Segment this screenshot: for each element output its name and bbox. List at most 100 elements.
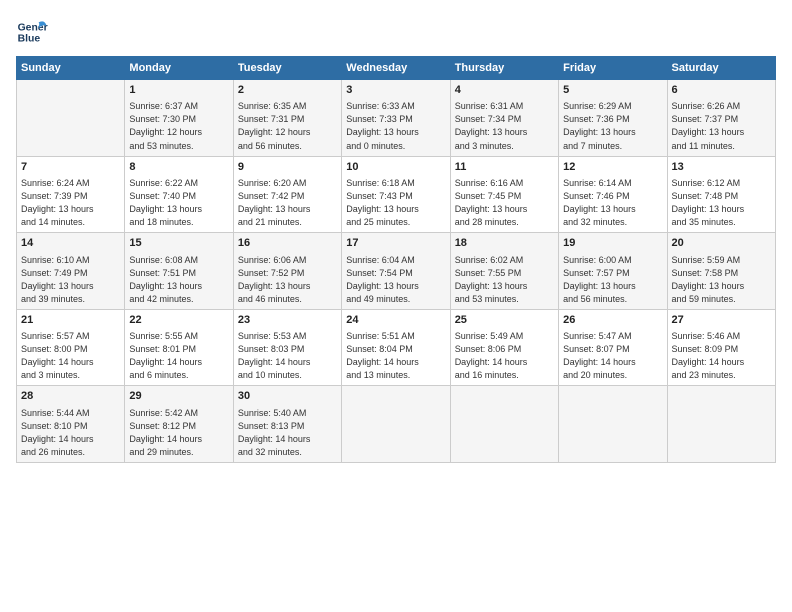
week-row-4: 21Sunrise: 5:57 AM Sunset: 8:00 PM Dayli… [17, 309, 776, 386]
cell-content: Sunrise: 6:33 AM Sunset: 7:33 PM Dayligh… [346, 100, 445, 152]
day-number: 7 [21, 160, 120, 175]
cell-content: Sunrise: 5:59 AM Sunset: 7:58 PM Dayligh… [672, 254, 771, 306]
col-header-monday: Monday [125, 57, 233, 80]
calendar-cell: 7 Sunrise: 6:24 AM Sunset: 7:39 PM Daylig… [17, 156, 125, 233]
day-number: 12 [563, 160, 662, 175]
calendar-cell: 16 Sunrise: 6:06 AM Sunset: 7:52 PM Dayli… [233, 233, 341, 310]
calendar-cell [450, 386, 558, 463]
calendar-cell: 1Sunrise: 6:37 AM Sunset: 7:30 PM Daylig… [125, 80, 233, 157]
cell-content: Sunrise: 6:06 AM Sunset: 7:52 PM Dayligh… [238, 254, 337, 306]
calendar-cell: 3 Sunrise: 6:33 AM Sunset: 7:33 PM Daylig… [342, 80, 450, 157]
day-number: 9 [238, 160, 337, 175]
calendar-cell: 22Sunrise: 5:55 AM Sunset: 8:01 PM Dayli… [125, 309, 233, 386]
day-number: 5 [563, 83, 662, 98]
cell-content: Sunrise: 5:57 AM Sunset: 8:00 PM Dayligh… [21, 330, 120, 382]
calendar-cell: 23 Sunrise: 5:53 AM Sunset: 8:03 PM Dayli… [233, 309, 341, 386]
col-header-thursday: Thursday [450, 57, 558, 80]
cell-content: Sunrise: 6:00 AM Sunset: 7:57 PM Dayligh… [563, 254, 662, 306]
calendar-table: SundayMondayTuesdayWednesdayThursdayFrid… [16, 56, 776, 463]
calendar-cell: 28Sunrise: 5:44 AM Sunset: 8:10 PM Dayli… [17, 386, 125, 463]
cell-content: Sunrise: 6:04 AM Sunset: 7:54 PM Dayligh… [346, 254, 445, 306]
cell-content: Sunrise: 5:55 AM Sunset: 8:01 PM Dayligh… [129, 330, 228, 382]
col-header-sunday: Sunday [17, 57, 125, 80]
cell-content: Sunrise: 6:10 AM Sunset: 7:49 PM Dayligh… [21, 254, 120, 306]
cell-content: Sunrise: 5:42 AM Sunset: 8:12 PM Dayligh… [129, 407, 228, 459]
calendar-cell: 18 Sunrise: 6:02 AM Sunset: 7:55 PM Dayli… [450, 233, 558, 310]
col-header-tuesday: Tuesday [233, 57, 341, 80]
day-number: 20 [672, 236, 771, 251]
day-number: 30 [238, 389, 337, 404]
cell-content: Sunrise: 6:35 AM Sunset: 7:31 PM Dayligh… [238, 100, 337, 152]
day-number: 16 [238, 236, 337, 251]
day-number: 28 [21, 389, 120, 404]
day-number: 23 [238, 313, 337, 328]
calendar-cell: 13Sunrise: 6:12 AM Sunset: 7:48 PM Dayli… [667, 156, 775, 233]
day-number: 29 [129, 389, 228, 404]
day-number: 11 [455, 160, 554, 175]
day-number: 6 [672, 83, 771, 98]
calendar-cell: 8 Sunrise: 6:22 AM Sunset: 7:40 PM Daylig… [125, 156, 233, 233]
logo-icon: General Blue [16, 16, 48, 48]
week-row-3: 14Sunrise: 6:10 AM Sunset: 7:49 PM Dayli… [17, 233, 776, 310]
cell-content: Sunrise: 6:02 AM Sunset: 7:55 PM Dayligh… [455, 254, 554, 306]
calendar-cell [342, 386, 450, 463]
cell-content: Sunrise: 6:24 AM Sunset: 7:39 PM Dayligh… [21, 177, 120, 229]
calendar-cell: 5Sunrise: 6:29 AM Sunset: 7:36 PM Daylig… [559, 80, 667, 157]
day-number: 10 [346, 160, 445, 175]
cell-content: Sunrise: 5:46 AM Sunset: 8:09 PM Dayligh… [672, 330, 771, 382]
week-row-1: 1Sunrise: 6:37 AM Sunset: 7:30 PM Daylig… [17, 80, 776, 157]
calendar-cell: 20 Sunrise: 5:59 AM Sunset: 7:58 PM Dayli… [667, 233, 775, 310]
day-number: 17 [346, 236, 445, 251]
day-number: 3 [346, 83, 445, 98]
calendar-cell: 10 Sunrise: 6:18 AM Sunset: 7:43 PM Dayli… [342, 156, 450, 233]
col-header-wednesday: Wednesday [342, 57, 450, 80]
header-row: SundayMondayTuesdayWednesdayThursdayFrid… [17, 57, 776, 80]
col-header-friday: Friday [559, 57, 667, 80]
day-number: 18 [455, 236, 554, 251]
cell-content: Sunrise: 6:14 AM Sunset: 7:46 PM Dayligh… [563, 177, 662, 229]
calendar-cell: 4 Sunrise: 6:31 AM Sunset: 7:34 PM Daylig… [450, 80, 558, 157]
logo: General Blue [16, 16, 48, 48]
cell-content: Sunrise: 5:53 AM Sunset: 8:03 PM Dayligh… [238, 330, 337, 382]
day-number: 15 [129, 236, 228, 251]
cell-content: Sunrise: 6:22 AM Sunset: 7:40 PM Dayligh… [129, 177, 228, 229]
day-number: 24 [346, 313, 445, 328]
calendar-cell: 14Sunrise: 6:10 AM Sunset: 7:49 PM Dayli… [17, 233, 125, 310]
cell-content: Sunrise: 6:16 AM Sunset: 7:45 PM Dayligh… [455, 177, 554, 229]
week-row-5: 28Sunrise: 5:44 AM Sunset: 8:10 PM Dayli… [17, 386, 776, 463]
cell-content: Sunrise: 6:31 AM Sunset: 7:34 PM Dayligh… [455, 100, 554, 152]
calendar-cell [667, 386, 775, 463]
day-number: 1 [129, 83, 228, 98]
day-number: 2 [238, 83, 337, 98]
week-row-2: 7 Sunrise: 6:24 AM Sunset: 7:39 PM Daylig… [17, 156, 776, 233]
day-number: 13 [672, 160, 771, 175]
calendar-cell: 29 Sunrise: 5:42 AM Sunset: 8:12 PM Dayli… [125, 386, 233, 463]
calendar-cell [559, 386, 667, 463]
cell-content: Sunrise: 5:47 AM Sunset: 8:07 PM Dayligh… [563, 330, 662, 382]
cell-content: Sunrise: 5:40 AM Sunset: 8:13 PM Dayligh… [238, 407, 337, 459]
day-number: 27 [672, 313, 771, 328]
calendar-cell: 17 Sunrise: 6:04 AM Sunset: 7:54 PM Dayli… [342, 233, 450, 310]
calendar-cell: 9 Sunrise: 6:20 AM Sunset: 7:42 PM Daylig… [233, 156, 341, 233]
col-header-saturday: Saturday [667, 57, 775, 80]
calendar-cell: 26 Sunrise: 5:47 AM Sunset: 8:07 PM Dayli… [559, 309, 667, 386]
day-number: 4 [455, 83, 554, 98]
day-number: 26 [563, 313, 662, 328]
calendar-cell: 30 Sunrise: 5:40 AM Sunset: 8:13 PM Dayli… [233, 386, 341, 463]
calendar-cell: 15Sunrise: 6:08 AM Sunset: 7:51 PM Dayli… [125, 233, 233, 310]
calendar-cell [17, 80, 125, 157]
cell-content: Sunrise: 6:26 AM Sunset: 7:37 PM Dayligh… [672, 100, 771, 152]
cell-content: Sunrise: 6:18 AM Sunset: 7:43 PM Dayligh… [346, 177, 445, 229]
calendar-cell: 24 Sunrise: 5:51 AM Sunset: 8:04 PM Dayli… [342, 309, 450, 386]
calendar-cell: 19Sunrise: 6:00 AM Sunset: 7:57 PM Dayli… [559, 233, 667, 310]
calendar-cell: 25Sunrise: 5:49 AM Sunset: 8:06 PM Dayli… [450, 309, 558, 386]
calendar-cell: 27 Sunrise: 5:46 AM Sunset: 8:09 PM Dayli… [667, 309, 775, 386]
calendar-cell: 12 Sunrise: 6:14 AM Sunset: 7:46 PM Dayli… [559, 156, 667, 233]
day-number: 25 [455, 313, 554, 328]
calendar-cell: 21Sunrise: 5:57 AM Sunset: 8:00 PM Dayli… [17, 309, 125, 386]
header: General Blue [16, 16, 776, 48]
svg-text:Blue: Blue [18, 34, 41, 45]
day-number: 8 [129, 160, 228, 175]
cell-content: Sunrise: 5:51 AM Sunset: 8:04 PM Dayligh… [346, 330, 445, 382]
cell-content: Sunrise: 6:20 AM Sunset: 7:42 PM Dayligh… [238, 177, 337, 229]
